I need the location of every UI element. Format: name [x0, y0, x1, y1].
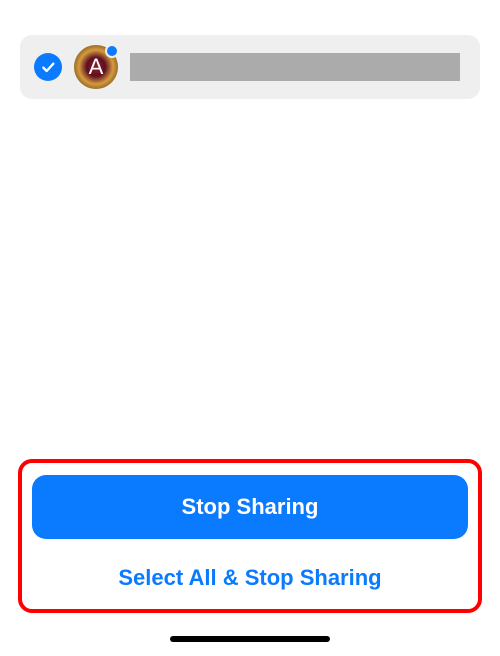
contact-avatar: A	[74, 45, 118, 89]
select-all-stop-sharing-button[interactable]: Select All & Stop Sharing	[32, 553, 468, 591]
action-area-highlight: Stop Sharing Select All & Stop Sharing	[18, 459, 482, 613]
selected-checkmark-icon[interactable]	[34, 53, 62, 81]
status-dot-icon	[105, 44, 119, 58]
contact-name-redacted	[130, 53, 460, 81]
contact-list-item[interactable]: A	[20, 35, 480, 99]
avatar-initial: A	[89, 54, 104, 80]
stop-sharing-button[interactable]: Stop Sharing	[32, 475, 468, 539]
home-indicator[interactable]	[170, 636, 330, 642]
